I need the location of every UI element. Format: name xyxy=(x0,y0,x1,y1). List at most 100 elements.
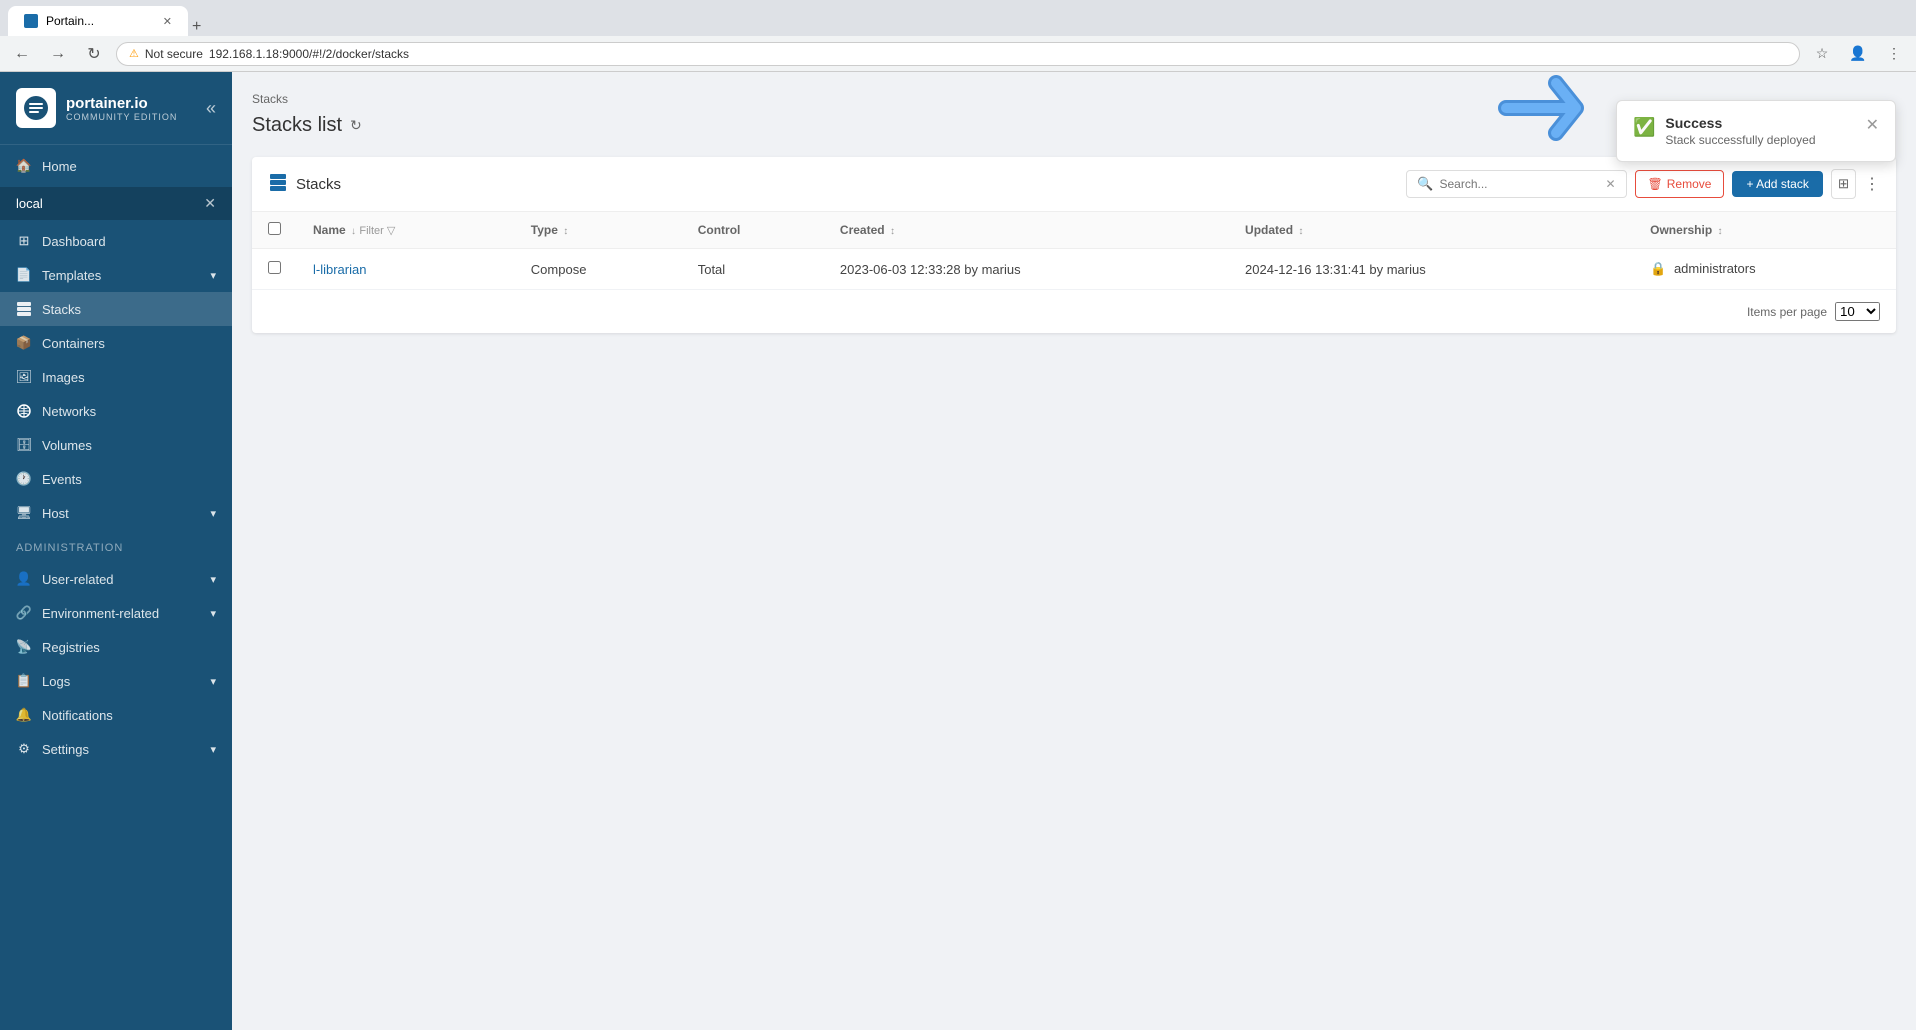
volumes-label: Volumes xyxy=(42,438,92,453)
dashboard-icon: ⊞ xyxy=(16,233,32,249)
row-name-cell: l-librarian xyxy=(297,249,515,290)
arrow-decoration xyxy=(1496,68,1616,151)
stacks-card-icon xyxy=(268,172,288,197)
notification-title: Success xyxy=(1665,115,1855,131)
sidebar-item-home[interactable]: 🏠 Home xyxy=(0,149,232,183)
containers-label: Containers xyxy=(42,336,105,351)
settings-label: Settings xyxy=(42,742,89,757)
name-sort-icon[interactable]: ↓ xyxy=(351,226,356,237)
notification-message: Stack successfully deployed xyxy=(1665,133,1855,147)
environment-related-label: Environment-related xyxy=(42,606,159,621)
card-title-area: Stacks xyxy=(268,172,341,197)
sidebar-collapse-button[interactable]: « xyxy=(206,98,216,119)
header-control: Control xyxy=(682,212,824,249)
logo-text: portainer.io COMMUNITY EDITION xyxy=(66,95,177,122)
browser-tabs: Portain... ✕ + xyxy=(0,0,1916,36)
refresh-button[interactable]: ↻ xyxy=(350,117,362,134)
ownership-value: administrators xyxy=(1674,261,1756,276)
view-toggle-button[interactable]: ⊞ xyxy=(1831,169,1856,199)
home-icon: 🏠 xyxy=(16,158,32,174)
stack-name-link[interactable]: l-librarian xyxy=(313,262,366,277)
sidebar-item-stacks[interactable]: Stacks xyxy=(0,292,232,326)
logo-name: portainer.io xyxy=(66,95,177,112)
sidebar-item-networks[interactable]: Networks xyxy=(0,394,232,428)
add-stack-button[interactable]: + Add stack xyxy=(1732,171,1822,197)
search-icon: 🔍 xyxy=(1417,176,1433,192)
header-ownership[interactable]: Ownership ↕ xyxy=(1634,212,1896,249)
updated-sort-icon: ↕ xyxy=(1298,226,1303,237)
card-title: Stacks xyxy=(296,176,341,193)
url-text: 192.168.1.18:9000/#!/2/docker/stacks xyxy=(209,47,409,61)
items-per-page-select[interactable]: 10 25 50 100 xyxy=(1835,302,1880,321)
created-sort-icon: ↕ xyxy=(890,226,895,237)
row-type-cell: Compose xyxy=(515,249,682,290)
settings-chevron-icon: ▾ xyxy=(210,743,216,756)
success-notification: ✅ Success Stack successfully deployed ✕ xyxy=(1616,100,1896,162)
remove-button[interactable]: 🗑 Remove xyxy=(1635,170,1725,198)
created-column-label: Created xyxy=(840,223,885,237)
tab-title: Portain... xyxy=(46,14,94,28)
notification-container: ✅ Success Stack successfully deployed ✕ xyxy=(1616,100,1896,162)
host-label: Host xyxy=(42,506,69,521)
menu-button[interactable]: ⋮ xyxy=(1880,40,1908,68)
page-title: Stacks list xyxy=(252,114,342,137)
sidebar-item-containers[interactable]: 📦 Containers xyxy=(0,326,232,360)
sidebar-item-events[interactable]: 🕐 Events xyxy=(0,462,232,496)
sidebar-item-templates[interactable]: 📄 Templates ▾ xyxy=(0,258,232,292)
user-related-icon: 👤 xyxy=(16,571,32,587)
pagination-footer: Items per page 10 25 50 100 xyxy=(252,290,1896,333)
profile-button[interactable]: 👤 xyxy=(1844,40,1872,68)
updated-column-label: Updated xyxy=(1245,223,1293,237)
header-updated[interactable]: Updated ↕ xyxy=(1229,212,1634,249)
arrow-svg xyxy=(1496,68,1616,148)
reload-button[interactable]: ↻ xyxy=(80,40,108,68)
settings-icon: ⚙ xyxy=(16,741,32,757)
sidebar-item-images[interactable]: 🖼 Images xyxy=(0,360,232,394)
notification-close-button[interactable]: ✕ xyxy=(1866,115,1879,135)
search-clear-button[interactable]: ✕ xyxy=(1605,177,1615,191)
row-checkbox[interactable] xyxy=(268,261,281,274)
templates-icon: 📄 xyxy=(16,267,32,283)
address-bar[interactable]: ⚠ Not secure 192.168.1.18:9000/#!/2/dock… xyxy=(116,42,1800,66)
registries-icon: 📡 xyxy=(16,639,32,655)
stacks-table: Name ↓ Filter ▽ Type ↕ Control Created xyxy=(252,212,1896,290)
ownership-sort-icon: ↕ xyxy=(1718,226,1723,237)
sidebar-item-logs[interactable]: 📋 Logs ▾ xyxy=(0,664,232,698)
bookmark-button[interactable]: ☆ xyxy=(1808,40,1836,68)
back-button[interactable]: ← xyxy=(8,40,36,68)
filter-button[interactable]: Filter ▽ xyxy=(359,224,395,237)
header-name: Name ↓ Filter ▽ xyxy=(297,212,515,249)
sidebar-item-user-related[interactable]: 👤 User-related ▾ xyxy=(0,562,232,596)
new-tab-button[interactable]: + xyxy=(192,18,201,36)
security-warning-icon: ⚠ xyxy=(129,47,139,60)
admin-section-title: Administration xyxy=(0,534,232,562)
notifications-label: Notifications xyxy=(42,708,113,723)
select-all-checkbox[interactable] xyxy=(268,222,281,235)
registries-label: Registries xyxy=(42,640,100,655)
header-created[interactable]: Created ↕ xyxy=(824,212,1229,249)
header-type[interactable]: Type ↕ xyxy=(515,212,682,249)
sidebar-item-registries[interactable]: 📡 Registries xyxy=(0,630,232,664)
card-actions: 🔍 ✕ 🗑 Remove + Add stack ⊞ ⋮ xyxy=(1406,169,1880,199)
sidebar-item-environment-related[interactable]: 🔗 Environment-related ▾ xyxy=(0,596,232,630)
environment-close-button[interactable]: ✕ xyxy=(204,195,216,212)
sidebar-item-dashboard[interactable]: ⊞ Dashboard xyxy=(0,224,232,258)
sidebar-item-settings[interactable]: ⚙ Settings ▾ xyxy=(0,732,232,766)
sidebar-item-volumes[interactable]: 🗄 Volumes xyxy=(0,428,232,462)
search-box: 🔍 ✕ xyxy=(1406,170,1626,198)
dashboard-label: Dashboard xyxy=(42,234,106,249)
stacks-icon xyxy=(16,301,32,317)
logs-label: Logs xyxy=(42,674,70,689)
tab-close-button[interactable]: ✕ xyxy=(163,15,172,28)
notification-content: Success Stack successfully deployed xyxy=(1665,115,1855,147)
images-icon: 🖼 xyxy=(16,369,32,385)
search-input[interactable] xyxy=(1439,177,1599,191)
more-options-button[interactable]: ⋮ xyxy=(1864,174,1880,194)
table-body: l-librarian Compose Total 2023-06-03 12:… xyxy=(252,249,1896,290)
sidebar-item-notifications[interactable]: 🔔 Notifications xyxy=(0,698,232,732)
ownership-icon: 🔒 xyxy=(1650,261,1666,276)
sidebar-item-host[interactable]: 🖥 Host ▾ xyxy=(0,496,232,530)
sidebar-logo: portainer.io COMMUNITY EDITION « xyxy=(0,72,232,145)
tab-favicon xyxy=(24,14,38,28)
forward-button[interactable]: → xyxy=(44,40,72,68)
